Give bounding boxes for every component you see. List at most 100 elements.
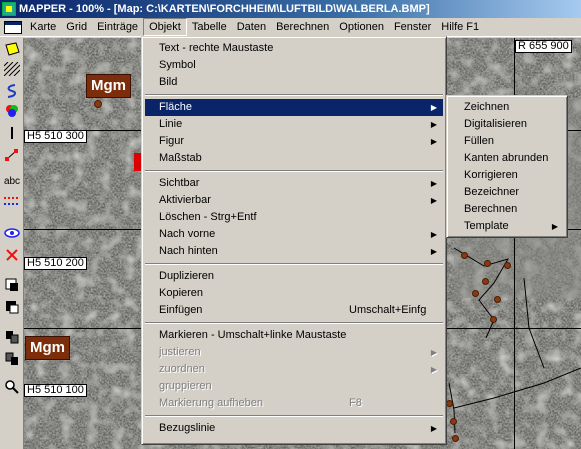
menu-tabelle[interactable]: Tabelle xyxy=(187,19,232,35)
submenu-arrow-icon: ▶ xyxy=(430,365,437,374)
menu-berechnen[interactable]: Berechnen xyxy=(271,19,334,35)
objekt-menu-item[interactable]: Fläche ▶ xyxy=(145,99,443,116)
objekt-menu-item[interactable]: Aktivierbar ▶ xyxy=(145,192,443,209)
objekt-menu-item[interactable]: Figur ▶ xyxy=(145,133,443,150)
route-point[interactable] xyxy=(452,435,459,442)
menu-item-label: Symbol xyxy=(159,59,196,71)
menu-item-label: Fläche xyxy=(159,101,193,113)
hatch-tool-icon[interactable] xyxy=(2,60,22,78)
objekt-menu-item[interactable]: Einfügen Umschalt+Einfg xyxy=(145,302,443,319)
menu-item-label: Kanten abrunden xyxy=(464,152,549,164)
text-tool[interactable]: abc xyxy=(2,172,22,190)
menu-item-label: Nach hinten xyxy=(159,245,218,257)
objekt-menu-item[interactable]: Löschen - Strg+Entf xyxy=(145,209,443,226)
menu-item-label: Maßstab xyxy=(159,152,202,164)
objekt-menu-item: Markierung aufheben F8 xyxy=(145,395,443,412)
menu-item-label: Nach vorne xyxy=(159,228,216,240)
objekt-menu-item[interactable]: Kopieren xyxy=(145,285,443,302)
menu-item-label: justieren xyxy=(159,346,201,358)
menu-item-label: zuordnen xyxy=(159,363,205,375)
objekt-menu-item[interactable]: Sichtbar ▶ xyxy=(145,175,443,192)
objekt-menu-item: zuordnen ▶ xyxy=(145,361,443,378)
route-point[interactable] xyxy=(472,290,479,297)
menu-separator xyxy=(145,263,443,265)
copy-icon[interactable] xyxy=(2,350,22,368)
line-tool-icon[interactable] xyxy=(2,124,22,142)
menu-item-label: Text - rechte Maustaste xyxy=(159,42,274,54)
route-point[interactable] xyxy=(446,400,453,407)
submenu-arrow-icon: ▶ xyxy=(430,196,437,205)
objekt-menu-item[interactable]: Markieren - Umschalt+linke Maustaste xyxy=(145,327,443,344)
objekt-menu-item[interactable]: Linie ▶ xyxy=(145,116,443,133)
submenu-arrow-icon: ▶ xyxy=(430,103,437,112)
flaeche-menu-item[interactable]: Digitalisieren xyxy=(450,116,564,133)
submenu-arrow-icon: ▶ xyxy=(430,120,437,129)
app-icon[interactable] xyxy=(2,2,16,16)
route-point[interactable] xyxy=(504,262,511,269)
bring-front-icon[interactable] xyxy=(2,276,22,294)
menu-item-label: Linie xyxy=(159,118,183,130)
objekt-menu-item[interactable]: Bezugslinie ▶ xyxy=(145,420,443,437)
menu-item-label: Markieren - Umschalt+linke Maustaste xyxy=(159,329,347,341)
polygon-tool-icon[interactable] xyxy=(2,40,22,58)
send-back-icon[interactable] xyxy=(2,298,22,316)
menu-daten[interactable]: Daten xyxy=(232,19,271,35)
route-point[interactable] xyxy=(461,252,468,259)
objekt-menu-item[interactable]: Symbol xyxy=(145,57,443,74)
menu-fenster[interactable]: Fenster xyxy=(389,19,436,35)
curve-tool-icon[interactable] xyxy=(2,82,22,100)
route-point[interactable] xyxy=(494,296,501,303)
flaeche-menu-item[interactable]: Template ▶ xyxy=(450,218,564,235)
objekt-menu-item[interactable]: Nach hinten ▶ xyxy=(145,243,443,260)
route-point[interactable] xyxy=(482,278,489,285)
route-point[interactable] xyxy=(450,418,457,425)
menu-item-label: Kopieren xyxy=(159,287,204,299)
menu-item-label: Korrigieren xyxy=(464,169,518,181)
flaeche-submenu: Zeichnen Digitalisieren Füllen Kanten abrun… xyxy=(446,95,568,238)
delete-icon[interactable] xyxy=(2,246,22,264)
objekt-menu-item[interactable]: Bild xyxy=(145,74,443,91)
flaeche-menu-item[interactable]: Berechnen xyxy=(450,201,564,218)
menu-eintraege[interactable]: Einträge xyxy=(92,19,143,35)
flaeche-menu-item[interactable]: Korrigieren xyxy=(450,167,564,184)
menu-bar: Karte Grid Einträge Objekt Tabelle Daten… xyxy=(0,18,581,37)
objekt-dropdown-menu: Text - rechte Maustaste Symbol Bild Fläche ▶… xyxy=(141,36,447,445)
menu-item-label: Bezugslinie xyxy=(159,422,216,434)
color-tool-icon[interactable] xyxy=(2,102,22,120)
menu-item-label: Zeichnen xyxy=(464,101,510,113)
menu-item-label: Aktivierbar xyxy=(159,194,211,206)
menu-karte[interactable]: Karte xyxy=(25,19,61,35)
duplicate-icon[interactable] xyxy=(2,328,22,346)
objekt-menu-item[interactable]: Duplizieren xyxy=(145,268,443,285)
route-point[interactable] xyxy=(490,316,497,323)
tool-palette: abc xyxy=(0,38,24,449)
dotted-line-tool-icon[interactable] xyxy=(2,192,22,210)
submenu-arrow-icon: ▶ xyxy=(430,424,437,433)
zoom-icon[interactable] xyxy=(2,378,22,396)
objekt-menu-item[interactable]: Text - rechte Maustaste xyxy=(145,40,443,57)
menu-item-label: Figur xyxy=(159,135,185,147)
flaeche-menu-item[interactable]: Kanten abrunden xyxy=(450,150,564,167)
menu-item-label: Löschen - Strg+Entf xyxy=(159,211,257,223)
menu-objekt[interactable]: Objekt xyxy=(143,18,187,36)
flaeche-menu-item[interactable]: Füllen xyxy=(450,133,564,150)
route-point[interactable] xyxy=(484,260,491,267)
document-system-icon[interactable] xyxy=(4,20,22,34)
objekt-menu-item[interactable]: Nach vorne ▶ xyxy=(145,226,443,243)
menu-separator xyxy=(145,170,443,172)
flaeche-menu-item[interactable]: Bezeichner xyxy=(450,184,564,201)
menu-item-label: Einfügen xyxy=(159,304,203,316)
flaeche-menu-item[interactable]: Zeichnen xyxy=(450,99,564,116)
eye-icon[interactable] xyxy=(2,224,22,242)
menu-item-label: Digitalisieren xyxy=(464,118,527,130)
menu-grid[interactable]: Grid xyxy=(61,19,92,35)
menu-optionen[interactable]: Optionen xyxy=(334,19,389,35)
objekt-menu-item: gruppieren xyxy=(145,378,443,395)
menu-item-shortcut: Umschalt+Einfg xyxy=(349,304,427,316)
menu-separator xyxy=(145,322,443,324)
objekt-menu-item[interactable]: Maßstab xyxy=(145,150,443,167)
menu-item-label: Füllen xyxy=(464,135,494,147)
node-tool-icon[interactable] xyxy=(2,146,22,164)
window-title: MAPPER - 100% - [Map: C:\KARTEN\FORCHHEI… xyxy=(19,3,430,15)
menu-hilfe[interactable]: Hilfe F1 xyxy=(436,19,484,35)
